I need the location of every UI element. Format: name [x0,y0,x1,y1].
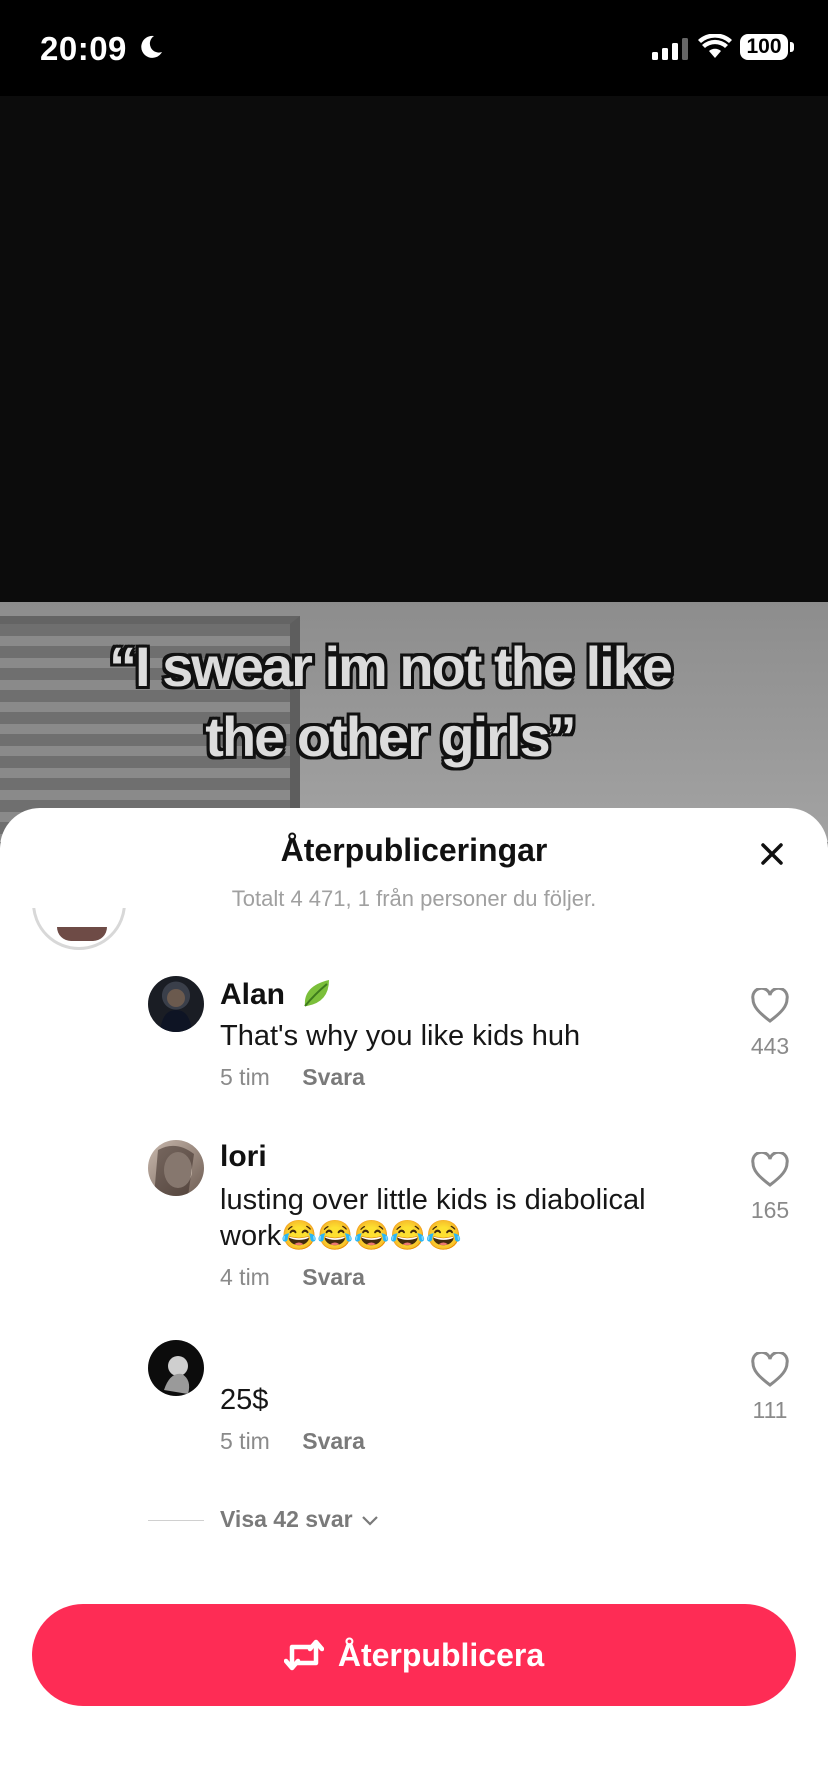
reply-button[interactable]: Svara [302,1264,365,1290]
avatar-photo-icon [154,1145,194,1196]
like-count: 443 [750,1033,790,1059]
repost-button[interactable]: Återpublicera [32,1604,796,1706]
comment-text: lusting over little kids is diabolical w… [220,1184,646,1252]
comment-meta: 5 tim Svara [220,1428,365,1455]
battery-tip [790,42,794,52]
sheet-title: Återpubliceringar [280,832,548,868]
avatar[interactable] [148,1140,204,1196]
repost-icon [283,1639,324,1671]
comment-meta: 4 tim Svara [220,1264,365,1291]
caption-line-2: the other girls” [205,705,576,768]
close-icon[interactable] [754,836,790,872]
like-button[interactable]: 111 [740,1350,800,1424]
show-replies-button[interactable]: Visa 42 svar [220,1506,379,1533]
cellular-signal-icon [652,38,688,60]
avatar-photo-icon [164,1356,190,1394]
wifi-icon [698,34,732,58]
repost-button-label: Återpublicera [337,1636,545,1673]
divider [148,1520,204,1521]
caption-line-1: “I swear im not the like [109,635,673,698]
like-button[interactable]: 443 [740,986,800,1060]
avatar[interactable] [148,1340,204,1396]
comment-time: 5 tim [220,1064,270,1090]
comment-time: 4 tim [220,1264,270,1290]
reply-button[interactable]: Svara [302,1064,365,1090]
heart-icon [751,1150,789,1187]
comment-username[interactable]: lori [220,1140,267,1174]
avatar[interactable] [148,976,204,1032]
like-count: 111 [752,1397,788,1423]
chevron-down-icon [362,1516,378,1526]
comment-time: 5 tim [220,1428,270,1454]
leaf-icon [304,980,330,1007]
video-player[interactable] [0,96,828,602]
avatar-photo-icon [160,989,192,1032]
status-time: 20:09 [40,30,127,67]
battery-indicator: 100 [740,34,788,60]
like-button[interactable]: 165 [740,1150,800,1224]
video-caption: “I swear im not the like the other girls… [20,632,760,772]
comment-text: 25$ [220,1384,269,1416]
heart-icon [751,986,789,1023]
comment-username[interactable]: Alan [220,976,335,1012]
moon-icon [141,35,162,58]
heart-icon [751,1350,789,1387]
status-bar: 20:09 100 [0,0,828,96]
comment-meta: 5 tim Svara [220,1064,365,1091]
partial-avatar [32,908,130,954]
reply-button[interactable]: Svara [302,1428,365,1454]
comment-text: That's why you like kids huh [220,1020,581,1052]
like-count: 165 [750,1197,790,1223]
